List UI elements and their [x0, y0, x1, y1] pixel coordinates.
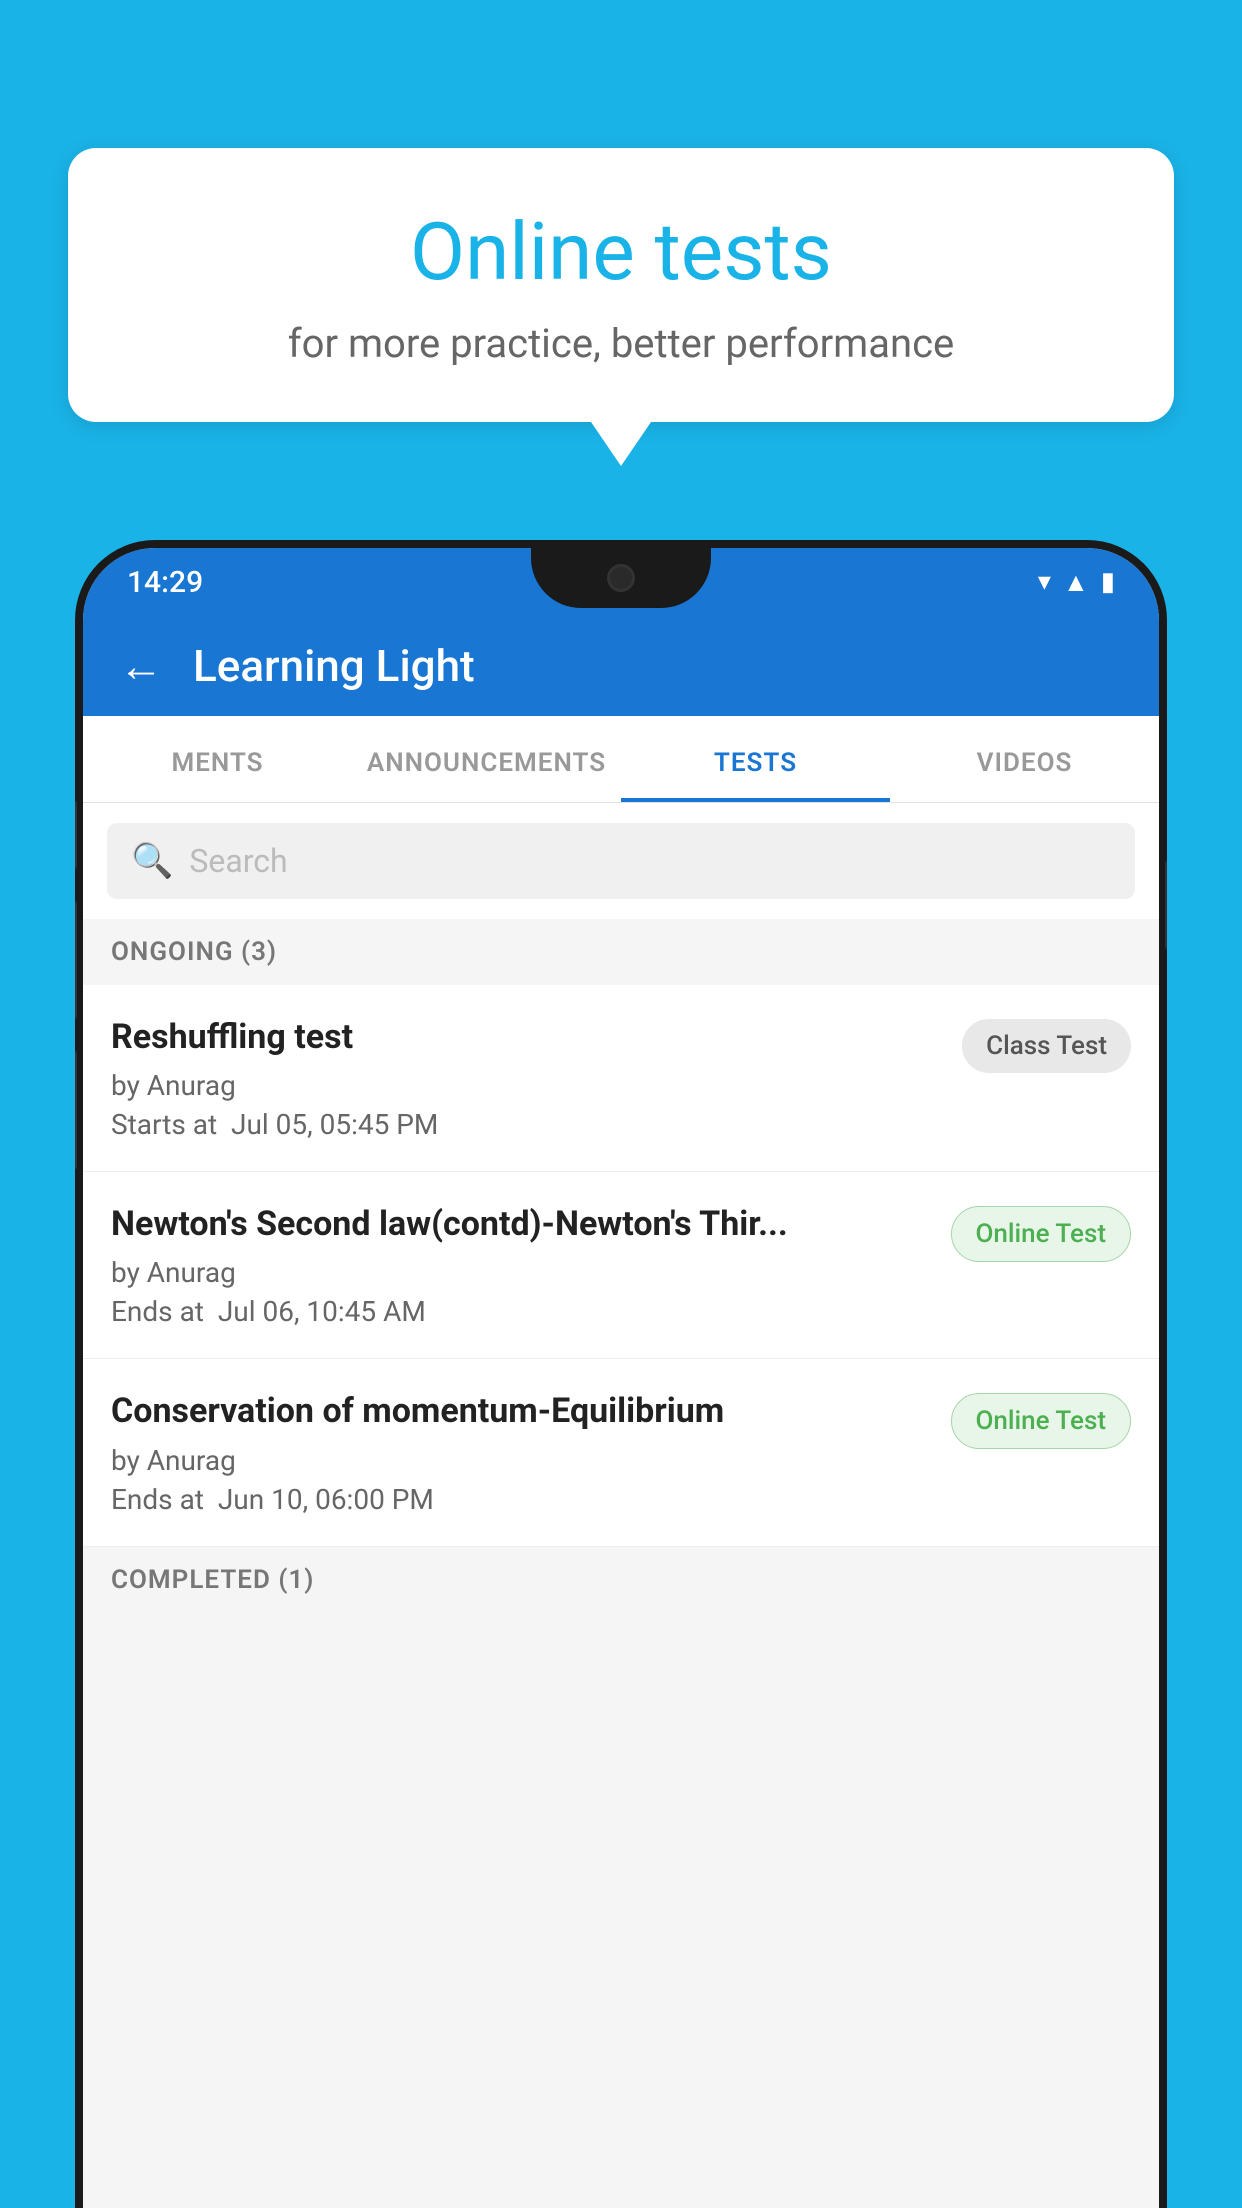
volume-down-button [75, 900, 77, 1020]
back-button[interactable]: ← [119, 640, 163, 692]
wifi-icon: ▾ [1038, 567, 1051, 597]
search-container: 🔍 Search [83, 803, 1159, 919]
test-badge-reshuffling: Class Test [962, 1019, 1131, 1073]
test-author-reshuffling: by Anurag [111, 1069, 942, 1102]
tab-videos[interactable]: VIDEOS [890, 716, 1159, 802]
app-header: ← Learning Light [83, 616, 1159, 716]
tab-ments[interactable]: MENTS [83, 716, 352, 802]
search-bar[interactable]: 🔍 Search [107, 823, 1135, 899]
status-time: 14:29 [127, 565, 203, 600]
test-name-conservation: Conservation of momentum-Equilibrium [111, 1389, 931, 1433]
battery-icon: ▮ [1101, 567, 1115, 597]
test-item-conservation[interactable]: Conservation of momentum-Equilibrium by … [83, 1359, 1159, 1546]
power-button [1165, 860, 1167, 950]
tab-tests[interactable]: TESTS [621, 716, 890, 802]
notch [531, 548, 711, 608]
test-author-conservation: by Anurag [111, 1444, 931, 1477]
phone-screen: 14:29 ▾ ▲ ▮ ← Learning Light MENTS ANNOU… [83, 548, 1159, 2208]
test-info-newtons: Newton's Second law(contd)-Newton's Thir… [111, 1202, 951, 1328]
test-time-newtons: Ends at Jul 06, 10:45 AM [111, 1295, 931, 1328]
test-info-conservation: Conservation of momentum-Equilibrium by … [111, 1389, 951, 1515]
app-title: Learning Light [193, 640, 475, 692]
tabs-bar: MENTS ANNOUNCEMENTS TESTS VIDEOS [83, 716, 1159, 803]
search-placeholder: Search [189, 842, 287, 880]
test-author-newtons: by Anurag [111, 1256, 931, 1289]
search-icon: 🔍 [131, 841, 173, 881]
status-icons: ▾ ▲ ▮ [1038, 567, 1115, 598]
phone-shell: 14:29 ▾ ▲ ▮ ← Learning Light MENTS ANNOU… [75, 540, 1167, 2208]
volume-up-button [75, 800, 77, 870]
test-item-newtons[interactable]: Newton's Second law(contd)-Newton's Thir… [83, 1172, 1159, 1359]
test-name-newtons: Newton's Second law(contd)-Newton's Thir… [111, 1202, 931, 1246]
promo-bubble: Online tests for more practice, better p… [68, 148, 1174, 422]
signal-icon: ▲ [1063, 567, 1089, 598]
ongoing-section-header: ONGOING (3) [83, 919, 1159, 985]
test-list: Reshuffling test by Anurag Starts at Jul… [83, 985, 1159, 1547]
bubble-subtitle: for more practice, better performance [116, 320, 1126, 367]
test-time-reshuffling: Starts at Jul 05, 05:45 PM [111, 1108, 942, 1141]
bubble-title: Online tests [116, 208, 1126, 296]
test-badge-conservation: Online Test [951, 1393, 1132, 1449]
completed-section-header: COMPLETED (1) [83, 1547, 1159, 1613]
test-time-conservation: Ends at Jun 10, 06:00 PM [111, 1483, 931, 1516]
test-name-reshuffling: Reshuffling test [111, 1015, 942, 1059]
assistant-button [75, 1050, 77, 1170]
camera [607, 564, 635, 592]
test-item-reshuffling[interactable]: Reshuffling test by Anurag Starts at Jul… [83, 985, 1159, 1172]
test-badge-newtons: Online Test [951, 1206, 1132, 1262]
tab-announcements[interactable]: ANNOUNCEMENTS [352, 716, 621, 802]
test-info-reshuffling: Reshuffling test by Anurag Starts at Jul… [111, 1015, 962, 1141]
